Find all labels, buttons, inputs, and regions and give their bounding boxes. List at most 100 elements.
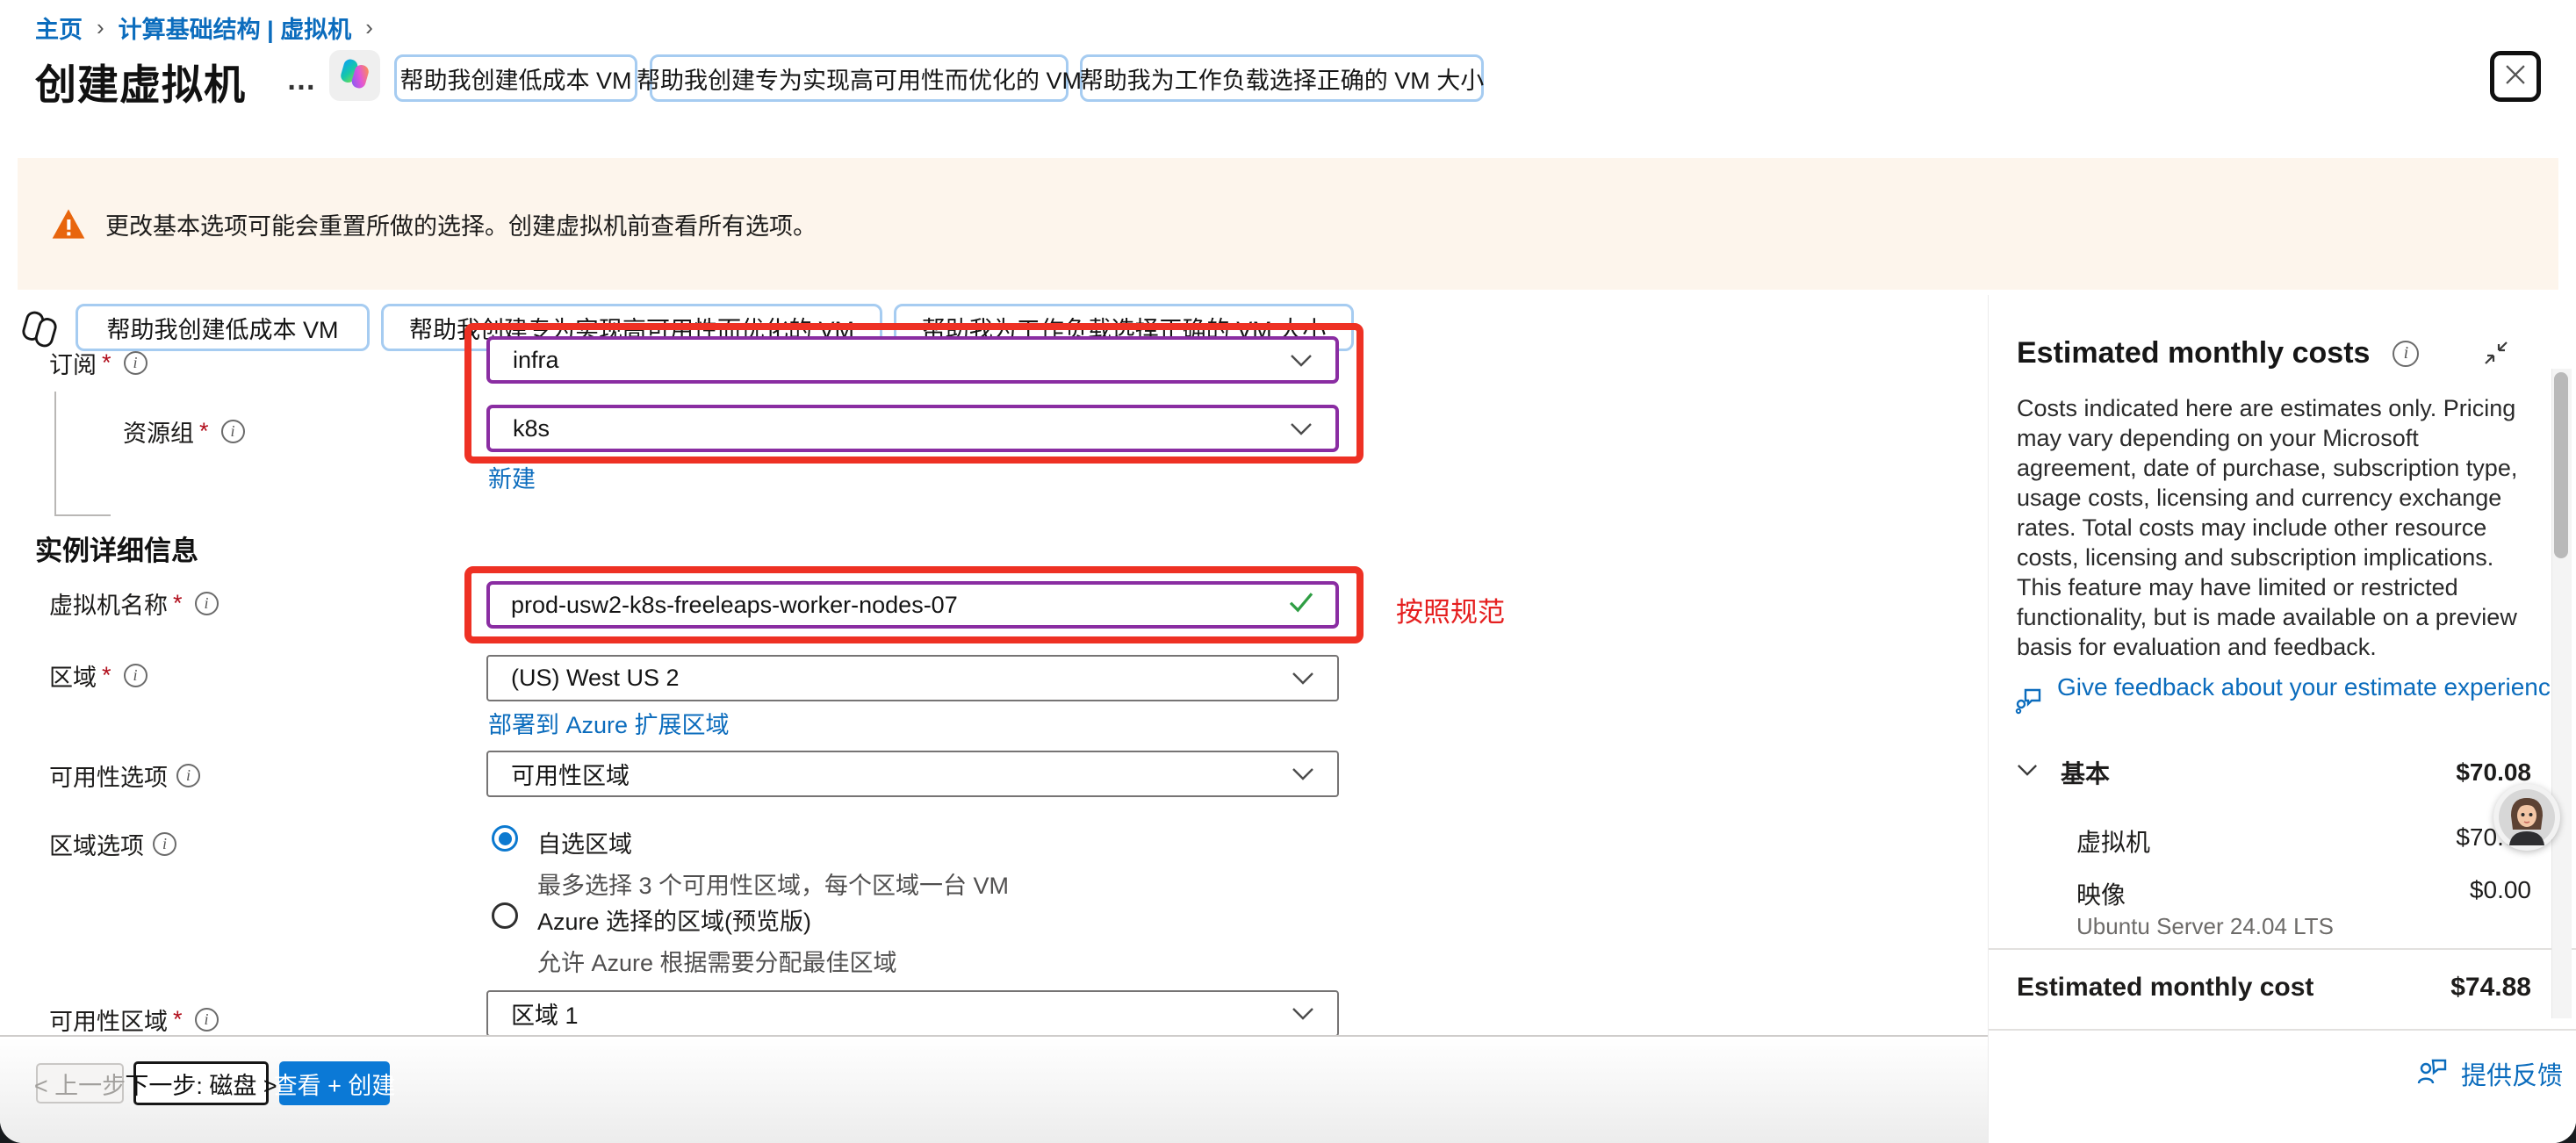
screen: 主页 › 计算基础结构 | 虚拟机 › 创建虚拟机 … 帮助我创建低成本 VM …: [0, 0, 2576, 1143]
copilot-logo-icon: [337, 56, 372, 96]
region-value: (US) West US 2: [511, 665, 680, 692]
more-options-button[interactable]: …: [286, 63, 318, 97]
create-new-link[interactable]: 新建: [488, 460, 536, 494]
copilot-button[interactable]: [329, 50, 380, 101]
instance-details-heading: 实例详细信息: [35, 528, 198, 568]
chevron-down-icon: [1290, 415, 1313, 442]
info-icon[interactable]: i: [124, 664, 148, 687]
cost-item-name: 虚拟机: [2076, 823, 2150, 859]
cost-group-name: 基本: [2061, 755, 2110, 790]
subscription-label: 订阅* i: [49, 346, 148, 380]
close-icon: [2500, 60, 2530, 94]
tree-connector-vertical: [54, 392, 56, 516]
next-disks-button[interactable]: 下一步: 磁盘 >: [133, 1061, 269, 1105]
estimate-feedback-text: Give feedback about your estimate experi…: [2057, 672, 2564, 702]
cost-panel: Estimated monthly costs i Costs indicate…: [1988, 295, 2576, 1143]
zone-option-self-select[interactable]: 自选区域 最多选择 3 个可用性区域，每个区域一台 VM: [492, 825, 1009, 901]
tree-connector-horizontal: [54, 514, 111, 516]
create-vm-blade: 主页 › 计算基础结构 | 虚拟机 › 创建虚拟机 … 帮助我创建低成本 VM …: [0, 0, 2576, 1143]
availability-options-label: 可用性选项 i: [49, 758, 200, 793]
required-asterisk: *: [102, 662, 112, 689]
radio-selected-icon[interactable]: [492, 825, 518, 852]
region-label: 区域* i: [49, 658, 148, 693]
feedback-link-cn[interactable]: 提供反馈: [2415, 1055, 2563, 1092]
cost-total-label: Estimated monthly cost: [2017, 973, 2313, 1003]
info-icon[interactable]: i: [221, 420, 245, 443]
cost-item-row: 映像 $0.00: [2076, 876, 2531, 911]
cost-group-amount: $70.08: [2456, 758, 2531, 787]
subscription-dropdown[interactable]: infra: [486, 336, 1339, 384]
page-title: 创建虚拟机: [35, 51, 246, 111]
breadcrumb-section-link[interactable]: 计算基础结构 | 虚拟机: [119, 11, 352, 45]
required-asterisk: *: [199, 418, 209, 445]
cost-item-row: 虚拟机 $70.08: [2076, 823, 2531, 859]
info-icon[interactable]: i: [195, 592, 219, 615]
chevron-down-icon: [1292, 1000, 1314, 1027]
review-create-button[interactable]: 查看 + 创建: [279, 1061, 390, 1105]
previous-button[interactable]: < 上一步: [36, 1063, 124, 1103]
region-dropdown[interactable]: (US) West US 2: [486, 655, 1339, 701]
collapse-icon[interactable]: [2482, 339, 2510, 371]
required-asterisk: *: [173, 1006, 183, 1033]
cost-item-subnote: Ubuntu Server 24.04 LTS: [2076, 913, 2334, 940]
subscription-value: infra: [513, 347, 559, 374]
breadcrumb: 主页 › 计算基础结构 | 虚拟机 ›: [35, 11, 373, 45]
breadcrumb-separator: ›: [97, 14, 104, 41]
resource-group-dropdown[interactable]: k8s: [486, 405, 1339, 452]
copilot-suggestion-button[interactable]: 帮助我创建低成本 VM: [76, 304, 370, 351]
feedback-bubbles-icon: [2015, 685, 2045, 719]
scrollbar-thumb[interactable]: [2554, 372, 2568, 558]
resource-group-label: 资源组* i: [123, 414, 245, 449]
cost-group-row[interactable]: 基本 $70.08: [2017, 755, 2531, 790]
breadcrumb-separator: ›: [365, 14, 373, 41]
cost-item-amount: $0.00: [2470, 876, 2531, 911]
copilot-suggestion-button[interactable]: 帮助我创建专为实现高可用性而优化的 VM: [650, 54, 1069, 102]
warning-banner: 更改基本选项可能会重置所做的选择。创建虚拟机前查看所有选项。: [18, 158, 2558, 290]
chevron-down-icon: [1292, 665, 1314, 692]
availability-options-dropdown[interactable]: 可用性区域: [486, 751, 1339, 797]
feedback-cn-text: 提供反馈: [2461, 1055, 2563, 1092]
info-icon[interactable]: i: [153, 832, 176, 856]
chevron-down-icon[interactable]: [2017, 764, 2038, 781]
breadcrumb-home-link[interactable]: 主页: [35, 11, 83, 45]
vm-name-input[interactable]: prod-usw2-k8s-freeleaps-worker-nodes-07: [486, 581, 1339, 629]
resource-group-value: k8s: [513, 415, 550, 442]
zone-option1-label: 自选区域: [537, 825, 1009, 859]
checkmark-icon: [1288, 591, 1314, 620]
cost-panel-description: Costs indicated here are estimates only.…: [2017, 393, 2526, 662]
radio-unselected-icon[interactable]: [492, 902, 518, 929]
divider: [1989, 948, 2576, 950]
azure-extended-zones-link[interactable]: 部署到 Azure 扩展区域: [488, 706, 730, 740]
availability-zone-label: 可用性区域* i: [49, 1003, 219, 1037]
info-icon[interactable]: i: [2393, 341, 2419, 367]
required-asterisk: *: [173, 590, 183, 617]
divider: [1989, 1029, 2576, 1031]
info-icon[interactable]: i: [124, 351, 148, 375]
info-icon[interactable]: i: [176, 764, 200, 787]
info-icon[interactable]: i: [195, 1008, 219, 1032]
zone-options-label: 区域选项 i: [49, 827, 176, 861]
cost-panel-title: Estimated monthly costs: [2017, 336, 2370, 370]
copilot-suggestion-button[interactable]: 帮助我为工作负载选择正确的 VM 大小: [1080, 54, 1484, 102]
cost-total-amount: $74.88: [2450, 973, 2531, 1003]
warning-icon: [51, 207, 86, 241]
availability-zone-value: 区域 1: [511, 996, 579, 1031]
vm-name-annotation: 按照规范: [1396, 590, 1505, 629]
zone-option2-label: Azure 选择的区域(预览版): [537, 902, 897, 937]
cost-total-row: Estimated monthly cost $74.88: [2017, 973, 2531, 1003]
vm-name-label: 虚拟机名称* i: [49, 586, 219, 621]
availability-zone-dropdown[interactable]: 区域 1: [486, 990, 1339, 1037]
footer-bar: < 上一步 下一步: 磁盘 > 查看 + 创建: [0, 1035, 1988, 1143]
copilot-suggestion-button[interactable]: 帮助我创建低成本 VM: [394, 54, 637, 102]
person-feedback-icon: [2415, 1057, 2449, 1091]
close-button[interactable]: [2490, 51, 2541, 102]
estimate-feedback-link[interactable]: Give feedback about your estimate experi…: [2015, 672, 2507, 719]
zone-option-azure-select[interactable]: Azure 选择的区域(预览版) 允许 Azure 根据需要分配最佳区域: [492, 902, 897, 978]
avatar[interactable]: [2493, 784, 2560, 851]
zone-option1-desc: 最多选择 3 个可用性区域，每个区域一台 VM: [537, 866, 1009, 901]
chevron-down-icon: [1290, 347, 1313, 374]
required-asterisk: *: [102, 349, 112, 377]
cost-panel-header: Estimated monthly costs i: [2017, 336, 2419, 370]
vm-name-value: prod-usw2-k8s-freeleaps-worker-nodes-07: [511, 592, 958, 619]
chevron-down-icon: [1292, 760, 1314, 787]
